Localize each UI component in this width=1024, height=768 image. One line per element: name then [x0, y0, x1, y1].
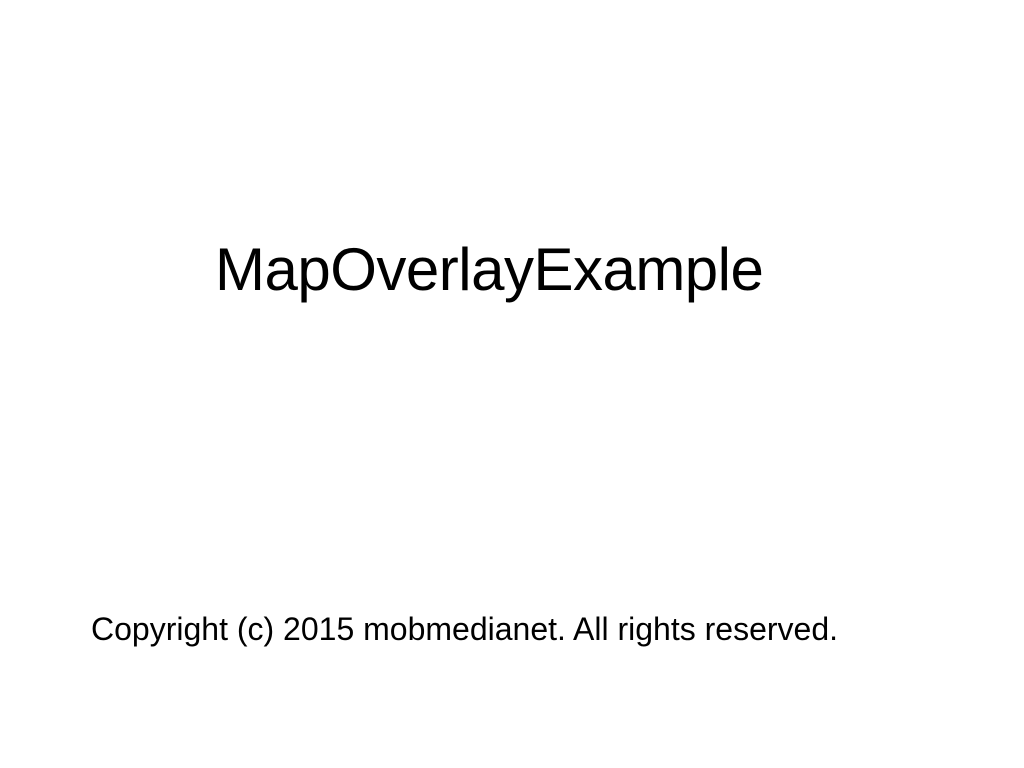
copyright-notice: Copyright (c) 2015 mobmedianet. All righ… — [91, 611, 839, 647]
splash-screen: MapOverlayExample Copyright (c) 2015 mob… — [0, 0, 1024, 768]
app-title: MapOverlayExample — [215, 236, 764, 303]
